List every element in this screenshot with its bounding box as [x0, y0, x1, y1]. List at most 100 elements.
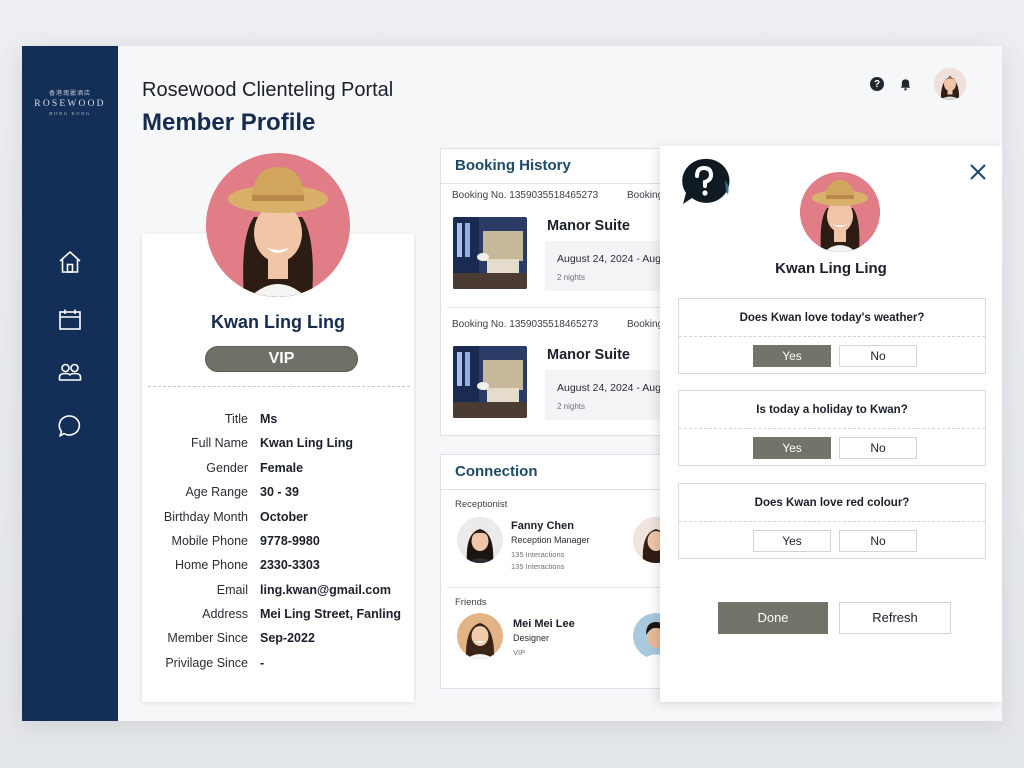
info-row-member-since: Member Since Sep-2022	[142, 631, 414, 651]
field-value: Kwan Ling Ling	[260, 436, 354, 450]
field-value: Female	[260, 461, 304, 475]
field-value: Mei Ling Street, Fanling	[260, 607, 401, 621]
booking-history-card: Booking History Booking No. 135903551846…	[440, 148, 670, 436]
logo-chinese: 香港瑰麗酒店	[48, 90, 91, 97]
vip-badge: VIP	[205, 346, 358, 372]
stay-dates: August 24, 2024 - Augu 2 nights	[545, 241, 669, 291]
room-photo[interactable]	[453, 346, 527, 418]
logo-location: HONG KONG	[49, 111, 91, 116]
done-button[interactable]: Done	[718, 602, 828, 634]
connection-card: Connection Receptionist Fanny Chen Recep…	[440, 454, 670, 689]
receptionist-avatar[interactable]	[457, 517, 503, 563]
field-label: Mobile Phone	[171, 534, 248, 548]
users-icon	[58, 363, 82, 381]
rosewood-logo: 香港瑰麗酒店 ROSEWOOD HONG KONG	[22, 88, 118, 116]
yes-button[interactable]: Yes	[753, 530, 831, 552]
sidebar-item-home[interactable]	[56, 248, 84, 276]
room-name: Manor Suite	[547, 218, 630, 234]
field-value: -	[260, 656, 265, 670]
no-button[interactable]: No	[839, 345, 917, 367]
stay-dates: August 24, 2024 - Augu 2 nights	[545, 370, 669, 420]
bell-icon[interactable]	[898, 77, 912, 91]
stay-date-range: August 24, 2024 - Augu	[557, 382, 667, 394]
field-value: October	[260, 510, 308, 524]
booking-number: Booking No. 1359035518465273	[452, 190, 599, 201]
field-label: Address	[202, 607, 248, 621]
info-row-home-phone: Home Phone 2330-3303	[142, 558, 414, 578]
field-value: 9778-9980	[260, 534, 320, 548]
no-button[interactable]: No	[839, 530, 917, 552]
calendar-icon	[59, 309, 81, 330]
connection-title: Connection	[455, 463, 538, 480]
top-toolbar: ?	[870, 68, 966, 100]
member-name: Kwan Ling Ling	[211, 312, 345, 332]
booking-number-next: Booking	[627, 190, 664, 201]
field-value: Sep-2022	[260, 631, 315, 645]
stay-nights: 2 nights	[557, 273, 586, 282]
divider	[148, 386, 410, 387]
stay-date-range: August 24, 2024 - Augu	[557, 253, 667, 265]
stay-nights: 2 nights	[557, 402, 586, 411]
question-text: Does Kwan love today's weather?	[679, 299, 985, 337]
field-value: 30 - 39	[260, 485, 299, 499]
question-weather: Does Kwan love today's weather? Yes No	[678, 298, 986, 374]
friend-avatar[interactable]	[457, 613, 503, 659]
booking-number: Booking No. 1359035518465273	[452, 319, 599, 330]
sidebar-item-messages[interactable]	[56, 412, 84, 440]
sidebar-item-members[interactable]	[56, 358, 84, 386]
room-photo[interactable]	[453, 217, 527, 289]
field-label: Gender	[206, 461, 248, 475]
info-row-email: Email ling.kwan@gmail.com	[142, 583, 414, 603]
no-button[interactable]: No	[839, 437, 917, 459]
receptionist-role: Reception Manager	[511, 535, 590, 545]
field-label: Age Range	[185, 485, 248, 499]
question-red-colour: Does Kwan love red colour? Yes No	[678, 483, 986, 559]
close-icon[interactable]	[968, 162, 988, 182]
receptionist-label: Receptionist	[455, 499, 508, 510]
member-photo	[206, 153, 350, 297]
divider	[447, 587, 665, 588]
profile-card: Kwan Ling Ling VIP Title Ms Full Name Kw…	[142, 234, 414, 702]
portal-title: Rosewood Clienteling Portal	[142, 79, 394, 101]
divider	[447, 307, 665, 308]
field-label: Member Since	[167, 631, 248, 645]
field-label: Full Name	[191, 436, 248, 450]
info-row-mobile-phone: Mobile Phone 9778-9980	[142, 534, 414, 554]
home-icon	[59, 251, 81, 273]
divider	[441, 183, 669, 184]
booking-number-next: Booking	[627, 319, 664, 330]
friend-role: Designer	[513, 633, 550, 643]
field-value: 2330-3303	[260, 558, 320, 572]
yes-button[interactable]: Yes	[753, 437, 831, 459]
question-holiday: Is today a holiday to Kwan? Yes No	[678, 390, 986, 466]
info-row-full-name: Full Name Kwan Ling Ling	[142, 436, 414, 456]
info-row-privilage-since: Privilage Since -	[142, 656, 414, 676]
user-avatar[interactable]	[934, 68, 966, 100]
sidebar: 香港瑰麗酒店 ROSEWOOD HONG KONG	[22, 46, 118, 721]
receptionist-name: Fanny Chen	[511, 520, 574, 532]
question-text: Is today a holiday to Kwan?	[679, 391, 985, 429]
question-text: Does Kwan love red colour?	[679, 484, 985, 522]
yes-button[interactable]: Yes	[753, 345, 831, 367]
friends-label: Friends	[455, 597, 487, 608]
field-label: Privilage Since	[165, 656, 248, 670]
info-row-age-range: Age Range 30 - 39	[142, 485, 414, 505]
help-icon[interactable]: ?	[870, 77, 884, 91]
friend-tier: VIP	[513, 648, 526, 657]
info-row-title: Title Ms	[142, 412, 414, 432]
sidebar-item-calendar[interactable]	[56, 306, 84, 334]
page-title: Member Profile	[142, 109, 316, 136]
friend-name: Mei Mei Lee	[513, 618, 575, 630]
question-bubble-icon	[678, 156, 730, 208]
field-label: Birthday Month	[163, 510, 248, 524]
chat-icon	[58, 415, 81, 437]
guest-survey-panel: Kwan Ling Ling Does Kwan love today's we…	[660, 146, 1002, 702]
info-row-address: Address Mei Ling Street, Fanling	[142, 607, 414, 627]
app-window: 香港瑰麗酒店 ROSEWOOD HONG KONG Rosewood Clien…	[22, 46, 1002, 721]
survey-member-name: Kwan Ling Ling	[775, 260, 887, 277]
booking-history-title: Booking History	[455, 157, 571, 174]
interaction-count: 135 Interactions	[511, 562, 565, 571]
refresh-button[interactable]: Refresh	[839, 602, 951, 634]
survey-member-photo	[800, 172, 880, 252]
room-name: Manor Suite	[547, 347, 630, 363]
